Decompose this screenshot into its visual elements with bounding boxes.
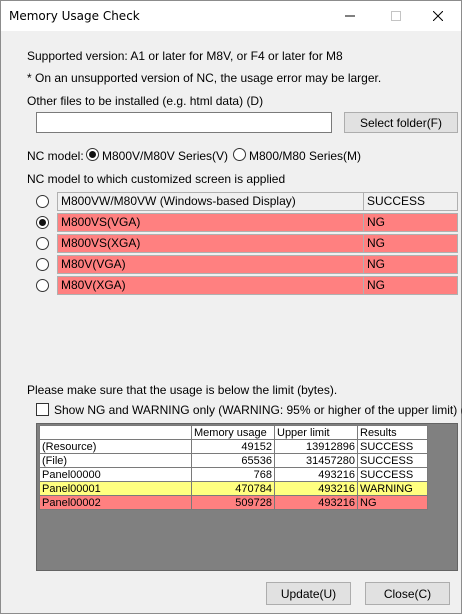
row-upper-limit: 13912896 [274, 439, 358, 454]
column-header-upper-limit[interactable]: Upper limit [274, 425, 358, 440]
applied-row[interactable]: M80V(XGA) NG [57, 276, 458, 295]
row-memory-usage: 768 [191, 467, 275, 482]
row-memory-usage: 509728 [191, 495, 275, 510]
row-name: Panel00000 [39, 467, 192, 482]
row-result: SUCCESS [357, 439, 428, 454]
applied-row-radio[interactable] [36, 258, 49, 271]
ng-warning-filter-label: Show NG and WARNING only (WARNING: 95% o… [54, 403, 462, 417]
applied-row-name: M80V(VGA) [58, 256, 364, 273]
applied-model-label: NC model to which customized screen is a… [27, 172, 286, 186]
column-header-memory-usage[interactable]: Memory usage [191, 425, 275, 440]
row-upper-limit: 31457280 [274, 453, 358, 468]
nc-model-m800v-label: M800V/M80V Series(V) [102, 149, 229, 163]
row-name: (File) [39, 453, 192, 468]
ng-warning-filter-checkbox[interactable] [36, 403, 49, 416]
close-window-button[interactable] [415, 1, 461, 31]
row-memory-usage: 470784 [191, 481, 275, 496]
row-name: (Resource) [39, 439, 192, 454]
close-icon [433, 11, 443, 21]
applied-row-result: NG [367, 257, 385, 271]
close-button[interactable]: Close(C) [365, 582, 450, 605]
row-result: SUCCESS [357, 453, 428, 468]
maximize-icon [391, 11, 401, 21]
applied-row[interactable]: M800VS(XGA) NG [57, 234, 458, 253]
nc-model-m800v-radio[interactable] [86, 148, 99, 161]
update-button[interactable]: Update(U) [266, 582, 351, 605]
window-title: Memory Usage Check [9, 9, 140, 23]
applied-row-result: SUCCESS [367, 194, 426, 208]
applied-row-radio[interactable] [36, 279, 49, 292]
applied-row-name: M800VS(VGA) [58, 214, 364, 231]
applied-row-radio[interactable] [36, 237, 49, 250]
table-row[interactable]: (Resource) 49152 13912896 SUCCESS [39, 439, 428, 454]
row-result: SUCCESS [357, 467, 428, 482]
row-upper-limit: 493216 [274, 481, 358, 496]
applied-row-result: NG [367, 278, 385, 292]
row-name: Panel00001 [39, 481, 192, 496]
applied-row[interactable]: M800VS(VGA) NG [57, 213, 458, 232]
table-row[interactable]: Panel00001 470784 493216 WARNING [39, 481, 428, 496]
row-result: WARNING [357, 481, 428, 496]
other-files-label: Other files to be installed (e.g. html d… [27, 94, 264, 108]
applied-row-name: M800VS(XGA) [58, 235, 364, 252]
memory-usage-window: Memory Usage Check Supported version: A1… [0, 0, 462, 614]
title-bar[interactable]: Memory Usage Check [1, 1, 461, 31]
row-result: NG [357, 495, 428, 510]
applied-row-result: NG [367, 236, 385, 250]
maximize-button [373, 1, 419, 31]
applied-row-result: NG [367, 215, 385, 229]
minimize-icon [345, 15, 355, 17]
applied-row-name: M80V(XGA) [58, 277, 364, 294]
applied-row-radio[interactable] [36, 195, 49, 208]
nc-model-label: NC model: [27, 149, 84, 163]
column-header [39, 425, 192, 440]
applied-row-radio[interactable] [36, 216, 49, 229]
table-row[interactable]: Panel00000 768 493216 SUCCESS [39, 467, 428, 482]
minimize-button[interactable] [327, 1, 373, 31]
usage-table: Memory usage Upper limit Results (Resour… [39, 425, 428, 510]
applied-row[interactable]: M800VW/M80VW (Windows-based Display) SUC… [57, 192, 458, 211]
nc-model-m800-radio[interactable] [233, 148, 246, 161]
column-header-results[interactable]: Results [357, 425, 428, 440]
usage-note-text: Please make sure that the usage is below… [27, 383, 338, 397]
other-files-input[interactable] [36, 112, 332, 133]
supported-version-text: Supported version: A1 or later for M8V, … [27, 49, 343, 63]
applied-row[interactable]: M80V(VGA) NG [57, 255, 458, 274]
nc-model-m800-label: M800/M80 Series(M) [249, 149, 362, 163]
row-memory-usage: 65536 [191, 453, 275, 468]
applied-row-name: M800VW/M80VW (Windows-based Display) [58, 193, 364, 210]
select-folder-button[interactable]: Select folder(F) [344, 112, 458, 133]
usage-grid[interactable]: Memory usage Upper limit Results (Resour… [36, 423, 458, 571]
unsupported-note-text: * On an unsupported version of NC, the u… [27, 71, 382, 85]
row-upper-limit: 493216 [274, 467, 358, 482]
table-row[interactable]: Panel00002 509728 493216 NG [39, 495, 428, 510]
table-row[interactable]: (File) 65536 31457280 SUCCESS [39, 453, 428, 468]
row-memory-usage: 49152 [191, 439, 275, 454]
row-name: Panel00002 [39, 495, 192, 510]
usage-header-row: Memory usage Upper limit Results [39, 425, 428, 440]
row-upper-limit: 493216 [274, 495, 358, 510]
